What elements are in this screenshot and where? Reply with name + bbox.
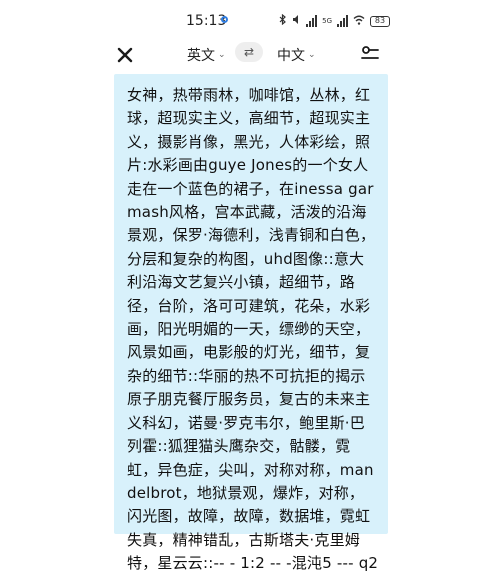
signal-icon	[306, 15, 318, 27]
close-icon	[117, 47, 133, 63]
source-language-select[interactable]: 英文 ⌄	[187, 45, 226, 65]
translation-text[interactable]: 女神，热带雨林，咖啡馆，丛林，红球，超现实主义，高细节，超现实主义，摄影肖像，黑…	[127, 84, 379, 576]
close-button[interactable]	[114, 44, 136, 66]
status-icons: 5G 83	[279, 13, 390, 28]
status-time: 15:13	[186, 13, 227, 29]
mute-icon	[292, 14, 301, 28]
source-language-label: 英文	[187, 48, 215, 64]
chevron-down-icon: ⌄	[308, 50, 316, 60]
target-language-label: 中文	[277, 48, 305, 64]
network-type: 5G	[322, 17, 332, 25]
swap-icon: ⇄	[243, 45, 255, 59]
translation-result-card: 女神，热带雨林，咖啡馆，丛林，红球，超现实主义，高细节，超现实主义，摄影肖像，黑…	[114, 74, 388, 572]
settings-button[interactable]	[360, 44, 380, 64]
translate-toolbar: 英文 ⌄ ⇄ 中文 ⌄	[0, 38, 500, 72]
wifi-icon	[353, 15, 365, 28]
chevron-down-icon: ⌄	[218, 50, 226, 60]
sliders-icon	[361, 46, 379, 59]
battery-icon: 83	[370, 15, 390, 27]
sync-indicator-icon	[221, 16, 228, 23]
target-language-select[interactable]: 中文 ⌄	[277, 45, 316, 65]
bluetooth-icon	[279, 13, 287, 28]
swap-languages-button[interactable]: ⇄	[235, 42, 263, 62]
signal-icon-secondary	[337, 15, 348, 27]
